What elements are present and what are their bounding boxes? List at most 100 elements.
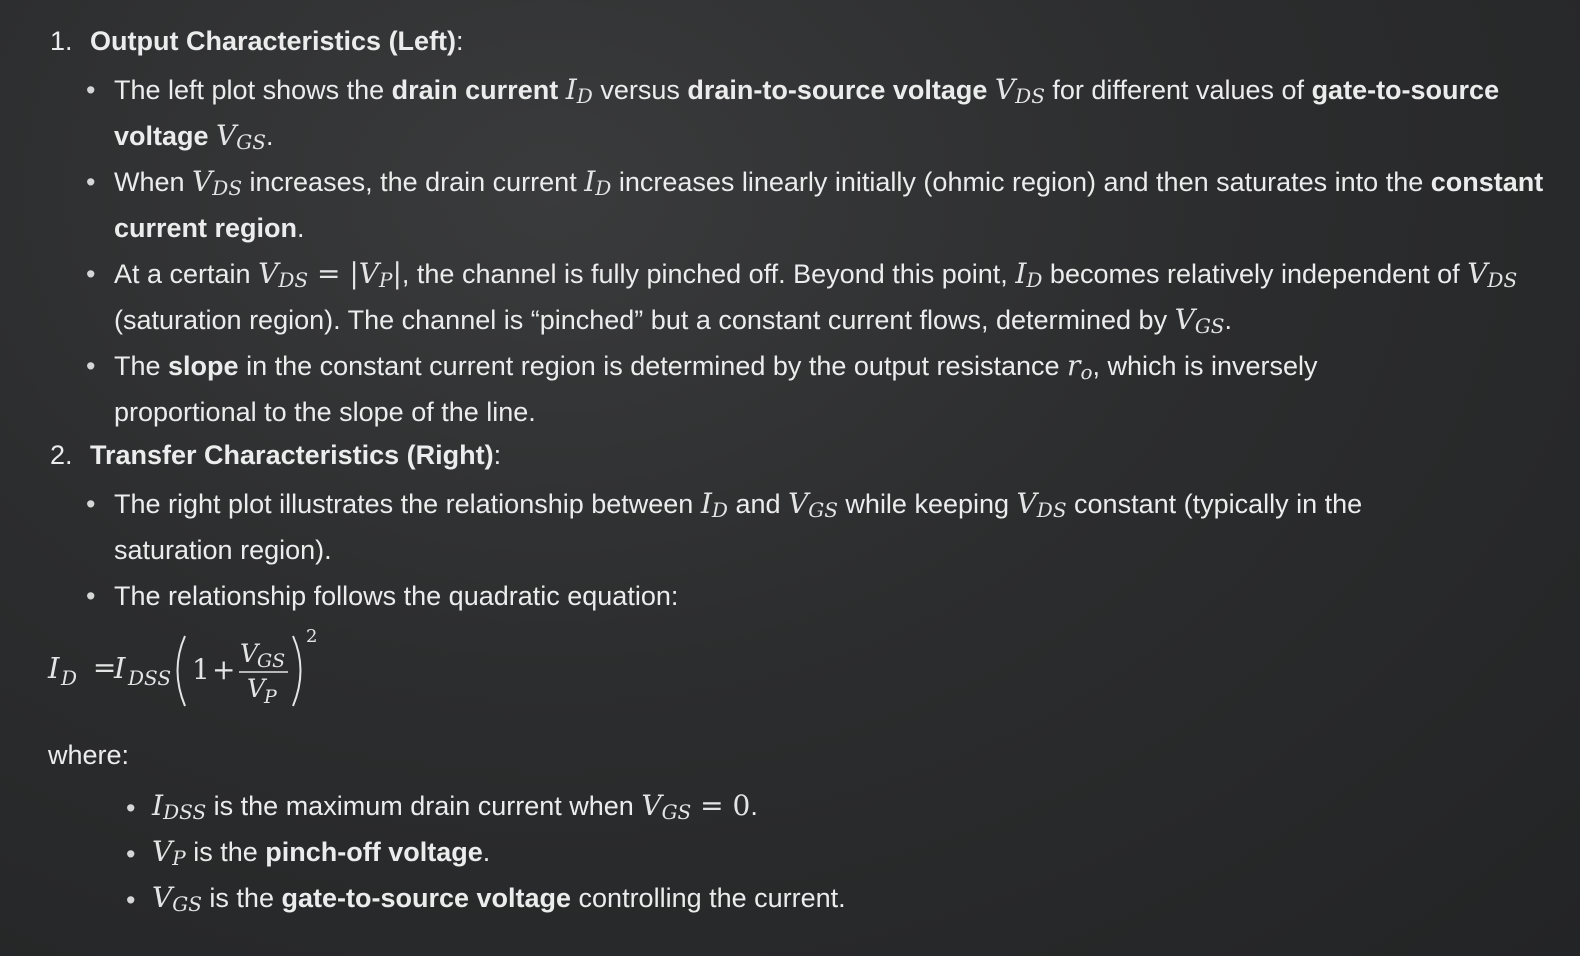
- math-symbol: I: [1015, 257, 1027, 290]
- bold-text: drain-to-source voltage: [687, 75, 988, 105]
- text: .: [265, 121, 274, 151]
- bullet-left-plot-description: The left plot shows the drain current ID…: [86, 67, 1554, 159]
- math-symbol: V: [358, 257, 379, 290]
- text: while keeping: [837, 489, 1017, 519]
- math-symbol: V: [152, 881, 173, 914]
- document: 1. Output Characteristics (Left): The lef…: [0, 0, 1580, 956]
- text: .: [1224, 305, 1233, 335]
- bold-text: gate-to-source voltage: [281, 883, 572, 913]
- math-symbol: V: [192, 165, 213, 198]
- where-label: where:: [48, 740, 130, 770]
- text: .: [482, 837, 491, 867]
- math-symbol: I: [565, 73, 577, 106]
- bullet-quadratic-equation-intro: The relationship follows the quadratic e…: [86, 573, 1554, 619]
- math-symbol: V: [1174, 303, 1195, 336]
- section-colon: :: [493, 440, 502, 470]
- text: increases linearly initially (ohmic regi…: [611, 167, 1431, 197]
- math-subscript: D: [576, 84, 593, 108]
- text: is the maximum drain current when: [206, 791, 642, 821]
- text: versus: [592, 75, 688, 105]
- text: controlling the current.: [571, 883, 846, 913]
- math-vds-equals-vp: VDS = |VP|: [258, 257, 402, 290]
- math-subscript: DS: [212, 176, 243, 200]
- math-subscript: DS: [278, 268, 309, 292]
- math-symbol: V: [216, 119, 237, 152]
- bold-text: slope: [168, 351, 239, 381]
- bullet-vds-increase: When VDS increases, the drain current ID…: [86, 159, 1554, 251]
- math-symbol: V: [1467, 257, 1488, 290]
- math-id: ID: [1015, 257, 1042, 290]
- math-vp: VP: [152, 835, 186, 868]
- math-vds: VDS: [192, 165, 242, 198]
- math-subscript: DS: [1036, 498, 1067, 522]
- math-symbol: I: [700, 487, 712, 520]
- text: When: [114, 167, 193, 197]
- math-subscript: DS: [1487, 268, 1518, 292]
- text: The right plot illustrates the relations…: [114, 489, 701, 519]
- list-number: 1.: [50, 26, 73, 56]
- math-symbol: V: [994, 73, 1016, 106]
- where-item-idss: IDSS is the maximum drain current when V…: [126, 783, 1532, 831]
- math-symbol: I: [152, 789, 164, 822]
- math-id: ID: [584, 165, 611, 198]
- math-number: 0: [732, 789, 751, 822]
- math-operator: |: [349, 257, 359, 290]
- math-ro: ro: [1067, 349, 1092, 382]
- math-vgs: VGS: [1175, 303, 1225, 336]
- math-subscript: P: [379, 268, 393, 292]
- text: The: [114, 351, 169, 381]
- text: and: [727, 489, 788, 519]
- shockley-equation: I D = I DSS 1 + V GS V P 2: [47, 626, 317, 708]
- section-title: Output Characteristics (Left): [90, 26, 457, 56]
- text: in the constant current region is determ…: [238, 351, 1068, 381]
- math-vds: VDS: [995, 73, 1045, 106]
- text: becomes relatively independent of: [1042, 259, 1468, 289]
- math-idss: IDSS: [152, 789, 206, 822]
- math-vds: VDS: [1017, 487, 1067, 520]
- where-item-vp: VP is the pinch-off voltage.: [126, 829, 1532, 877]
- math-vgs: VGS: [216, 119, 266, 152]
- eq-right-paren: [292, 635, 302, 707]
- math-operator: =: [308, 257, 350, 290]
- text: At a certain: [114, 259, 259, 289]
- math-symbol: r: [1067, 349, 1081, 382]
- eq-subscript-P: P: [263, 686, 278, 708]
- math-vgs-equals-zero: VGS = 0: [641, 789, 750, 822]
- eq-exponent-2: 2: [306, 626, 317, 647]
- math-subscript: GS: [661, 800, 692, 824]
- bullet-slope: The slope in the constant current region…: [86, 343, 1434, 435]
- eq-subscript-GS: GS: [257, 650, 285, 672]
- section-heading-transfer-characteristics: 2. Transfer Characteristics (Right):: [50, 440, 501, 471]
- math-subscript: GS: [172, 892, 202, 916]
- math-subscript: D: [595, 176, 612, 200]
- text: .: [297, 213, 305, 243]
- math-subscript: D: [1026, 268, 1043, 292]
- math-operator: =: [691, 789, 733, 822]
- section-colon: :: [456, 26, 464, 56]
- where-item-vgs: VGS is the gate-to-source voltage contro…: [126, 875, 1532, 923]
- bullet-right-plot-description: The right plot illustrates the relations…: [86, 481, 1454, 573]
- math-symbol: V: [1016, 487, 1037, 520]
- text: (saturation region). The channel is “pin…: [114, 305, 1175, 335]
- text: .: [750, 791, 758, 821]
- math-vgs: VGS: [152, 881, 202, 914]
- text: for different values of: [1044, 75, 1312, 105]
- math-vgs: VGS: [788, 487, 838, 520]
- math-operator: |: [392, 257, 402, 290]
- text: The relationship follows the quadratic e…: [114, 581, 679, 611]
- eq-subscript-D: D: [60, 666, 77, 690]
- math-symbol: I: [584, 165, 596, 198]
- text: The left plot shows the: [114, 75, 392, 105]
- text: , the channel is fully pinched off. Beyo…: [401, 259, 1016, 289]
- bold-text: drain current: [391, 75, 559, 105]
- math-subscript: GS: [236, 130, 266, 154]
- math-subscript: GS: [808, 498, 838, 522]
- section-heading-output-characteristics: 1. Output Characteristics (Left):: [50, 26, 464, 57]
- math-symbol: V: [152, 835, 173, 868]
- list-number: 2.: [50, 440, 73, 470]
- math-subscript: P: [172, 846, 186, 870]
- eq-plus: +: [212, 653, 235, 686]
- math-vds: VDS: [1467, 257, 1517, 290]
- eq-left-paren: [176, 635, 186, 707]
- bold-text: pinch-off voltage: [265, 837, 483, 867]
